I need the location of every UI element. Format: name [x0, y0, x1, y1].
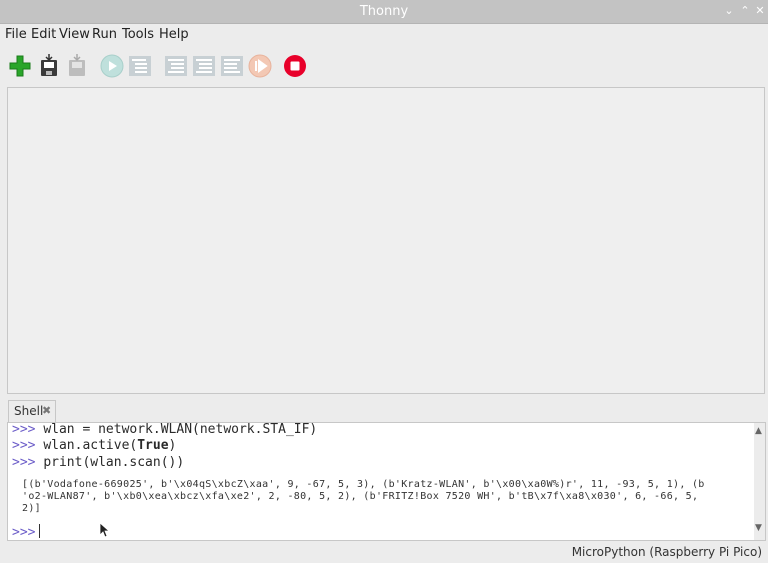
shell-code: print(wlan.scan()) — [43, 455, 185, 470]
shell-keyword: True — [137, 438, 169, 453]
stop-button[interactable] — [283, 54, 307, 78]
step-into-button[interactable] — [192, 54, 216, 78]
save-file-button[interactable] — [65, 54, 89, 78]
run-button[interactable] — [100, 54, 124, 78]
thonny-window: Thonny ⌄ ⌃ ✕ File Edit View Run Tools He… — [0, 0, 768, 563]
status-bar: MicroPython (Raspberry Pi Pico) — [0, 542, 768, 563]
interpreter-status[interactable]: MicroPython (Raspberry Pi Pico) — [572, 545, 762, 559]
shell-code: wlan.active( — [43, 438, 138, 453]
resume-button[interactable] — [248, 54, 272, 78]
close-tab-icon[interactable]: ✖ — [42, 404, 51, 417]
menu-run[interactable]: Run — [92, 27, 117, 42]
title-bar: Thonny ⌄ ⌃ ✕ — [0, 0, 768, 24]
shell-scrollbar[interactable]: ▲ ▼ — [754, 423, 765, 540]
debug-button[interactable] — [128, 54, 152, 78]
shell-code: wlan = network.WLAN(network.STA_IF) — [43, 422, 318, 437]
shell-tab-bar: Shell ✖ — [0, 396, 768, 423]
shell-prompt: >>> — [12, 455, 36, 470]
shell-output-line: 2)] — [22, 503, 41, 514]
shell-prompt: >>> — [12, 438, 36, 453]
shell-line: >>> wlan.active(True) — [12, 438, 176, 453]
shell-panel[interactable]: >>> wlan = network.WLAN(network.STA_IF) … — [7, 422, 766, 541]
shell-line: >>> wlan = network.WLAN(network.STA_IF) — [12, 422, 318, 437]
menu-edit[interactable]: Edit — [31, 27, 56, 42]
menu-view[interactable]: View — [59, 27, 90, 42]
maximize-icon[interactable]: ⌃ — [737, 3, 753, 19]
window-title: Thonny — [359, 4, 409, 19]
tab-shell-label: Shell — [14, 404, 44, 418]
open-file-button[interactable] — [37, 54, 61, 78]
menu-bar: File Edit View Run Tools Help — [0, 24, 768, 46]
toolbar — [0, 46, 768, 86]
shell-prompt: >>> — [12, 422, 36, 437]
shell-line: >>> print(wlan.scan()) — [12, 455, 184, 470]
close-icon[interactable]: ✕ — [752, 3, 768, 19]
minimize-icon[interactable]: ⌄ — [721, 3, 737, 19]
shell-input-line[interactable]: >>> — [12, 524, 41, 540]
menu-tools[interactable]: Tools — [122, 27, 154, 42]
shell-output-line: [(b'Vodafone-669025', b'\x04qS\xbcZ\xaa'… — [22, 479, 705, 490]
mouse-pointer-icon — [99, 522, 111, 538]
code-editor[interactable] — [7, 87, 765, 394]
step-out-button[interactable] — [220, 54, 244, 78]
new-file-button[interactable] — [8, 54, 32, 78]
shell-prompt: >>> — [12, 525, 36, 540]
step-over-button[interactable] — [164, 54, 188, 78]
scroll-down-icon[interactable]: ▼ — [755, 523, 762, 533]
menu-help[interactable]: Help — [159, 27, 189, 42]
menu-file[interactable]: File — [5, 27, 27, 42]
shell-code: ) — [168, 438, 177, 453]
text-cursor — [39, 524, 41, 538]
tab-shell[interactable]: Shell ✖ — [8, 400, 56, 423]
shell-output-line: 'o2-WLAN87', b'\xb0\xea\xbcz\xfa\xe2', 2… — [22, 491, 699, 502]
scroll-up-icon[interactable]: ▲ — [755, 426, 762, 436]
